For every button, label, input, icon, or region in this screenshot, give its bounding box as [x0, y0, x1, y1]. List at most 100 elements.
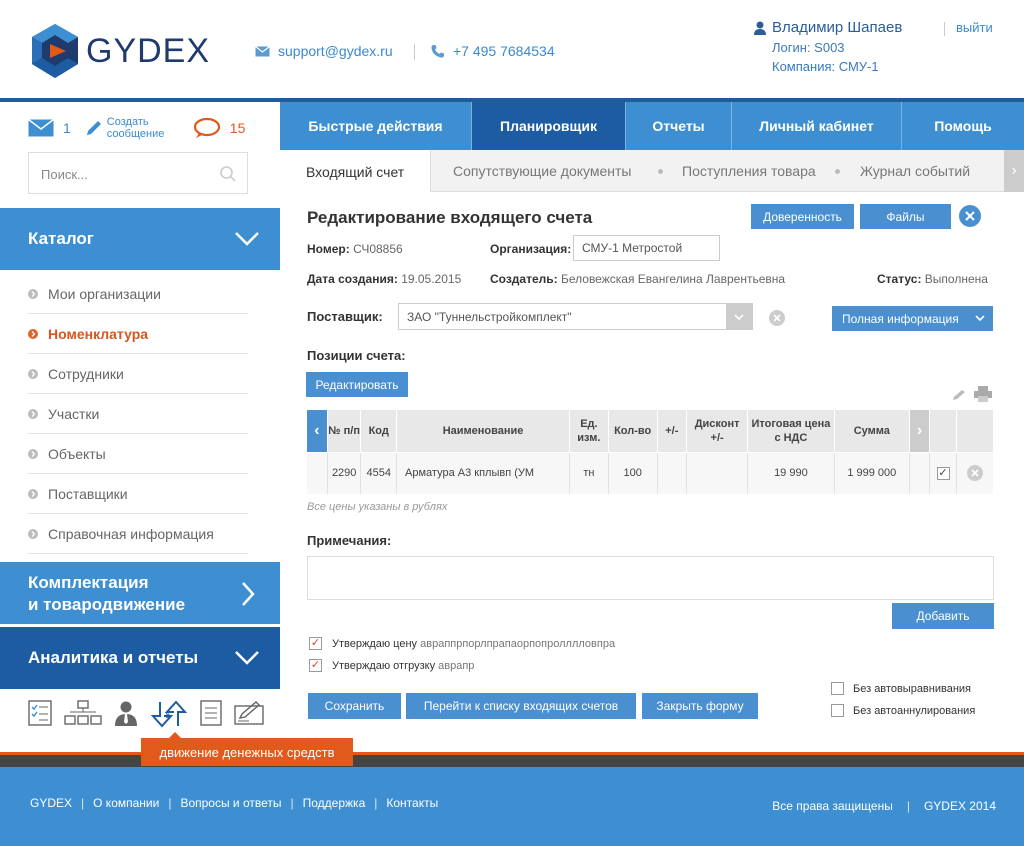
- cell-delete[interactable]: [956, 451, 993, 494]
- create-message-button[interactable]: Создать сообщение: [85, 116, 177, 140]
- user-name[interactable]: Владимир Шапаев: [772, 18, 902, 38]
- tab-goods-receipts[interactable]: Поступления товара: [682, 150, 816, 192]
- sign-document-icon[interactable]: [234, 700, 266, 726]
- support-email[interactable]: support@gydex.ru: [255, 43, 393, 59]
- org-structure-icon[interactable]: [64, 700, 102, 726]
- catalog-header[interactable]: Каталог: [0, 208, 280, 270]
- sidebar-quick: 1 Создать сообщение 15: [28, 116, 245, 140]
- nav-help[interactable]: Помощь: [902, 102, 1024, 150]
- nav-reports[interactable]: Отчеты: [626, 102, 732, 150]
- save-button[interactable]: Сохранить: [308, 693, 401, 719]
- close-form-button[interactable]: Закрыть форму: [642, 693, 758, 719]
- bullet-icon: [28, 448, 38, 459]
- bullet-icon: [28, 528, 38, 539]
- no-autocancel-checkbox[interactable]: [831, 704, 844, 717]
- logout-link[interactable]: выйти: [956, 20, 993, 35]
- footer-link-about[interactable]: О компании: [93, 796, 159, 810]
- footer-link-gydex[interactable]: GYDEX: [30, 796, 72, 810]
- col-price: Итоговая цена с НДС: [747, 410, 835, 452]
- section-logistics[interactable]: Комплектация и товародвижение: [0, 562, 280, 624]
- search-input[interactable]: Поиск...: [28, 152, 248, 194]
- created-row: Дата создания: 19.05.2015: [307, 272, 461, 286]
- nav-quick-actions[interactable]: Быстрые действия: [280, 102, 472, 150]
- org-field[interactable]: СМУ-1 Метростой: [573, 235, 720, 261]
- logo[interactable]: GYDEX: [30, 22, 210, 80]
- mail-button[interactable]: 1: [28, 119, 71, 137]
- sidebar-item[interactable]: Поставщики: [28, 474, 248, 514]
- creator-row: Создатель: Беловежская Евангелина Лаврен…: [490, 272, 785, 286]
- footer-link-faq[interactable]: Вопросы и ответы: [180, 796, 281, 810]
- cashflow-icon[interactable]: $: [150, 700, 188, 728]
- row-checkbox[interactable]: ✓: [936, 466, 950, 480]
- created-label: Дата создания:: [307, 272, 398, 286]
- tab-bar: Входящий счет Сопутствующие документы По…: [280, 150, 1024, 193]
- checklist-icon[interactable]: [28, 700, 52, 726]
- sidebar-item[interactable]: Участки: [28, 394, 248, 434]
- delete-row-icon[interactable]: [966, 465, 983, 482]
- phone-icon: [431, 44, 444, 58]
- cell-check[interactable]: ✓: [929, 451, 957, 494]
- add-button[interactable]: Добавить: [892, 603, 994, 629]
- nav-account[interactable]: Личный кабинет: [732, 102, 902, 150]
- document-icon[interactable]: [200, 700, 222, 726]
- chat-button[interactable]: 15: [193, 117, 245, 139]
- support-phone[interactable]: +7 495 7684534: [430, 43, 555, 59]
- footer: GYDEX | О компании | Вопросы и ответы | Под…: [0, 767, 1024, 846]
- sidebar-item[interactable]: Мои организации: [28, 274, 248, 314]
- approve-shipment-checkbox[interactable]: ✓: [309, 659, 322, 672]
- col-delete: [956, 410, 993, 452]
- clear-supplier-icon[interactable]: [769, 310, 785, 326]
- col-unit: Ед. изм.: [569, 410, 609, 452]
- tab-event-log[interactable]: Журнал событий: [860, 150, 970, 192]
- tab-related-docs[interactable]: Сопутствующие документы: [453, 150, 632, 192]
- scroll-right-button[interactable]: ›: [909, 410, 931, 452]
- sidebar-item[interactable]: Справочная информация: [28, 514, 248, 554]
- files-button[interactable]: Файлы: [860, 204, 951, 229]
- nav-planner[interactable]: Планировщик: [472, 102, 626, 150]
- trust-button[interactable]: Доверенность: [751, 204, 854, 229]
- approve-shipment-label: Утверждаю отгрузку аврапр: [332, 660, 475, 672]
- invoice-form: Редактирование входящего счета Доверенно…: [280, 192, 1024, 738]
- tab-incoming-invoice[interactable]: Входящий счет: [280, 150, 432, 193]
- footer-link-contacts[interactable]: Контакты: [386, 796, 438, 810]
- cell-sum: 1 999 000: [834, 451, 910, 494]
- supplier-select[interactable]: ЗАО "Туннельстройкомплект": [398, 303, 753, 330]
- sidebar-item-label: Участки: [48, 405, 100, 422]
- chevron-down-icon: [235, 232, 259, 246]
- tab-separator: [658, 169, 663, 174]
- col-number: № п/п: [327, 410, 362, 452]
- full-info-button[interactable]: Полная информация: [832, 306, 993, 331]
- main-nav: Быстрые действия Планировщик Отчеты Личн…: [280, 102, 1024, 150]
- approve-price-checkbox[interactable]: ✓: [309, 637, 322, 650]
- sidebar-item[interactable]: Объекты: [28, 434, 248, 474]
- goto-list-button[interactable]: Перейти к списку входящих счетов: [406, 693, 636, 719]
- chevron-right-icon: ›: [1011, 162, 1017, 179]
- no-autoalign-checkbox[interactable]: [831, 682, 844, 695]
- search-icon[interactable]: [219, 165, 237, 186]
- col-name: Наименование: [396, 410, 571, 452]
- sidebar-item[interactable]: Номенклатура: [28, 314, 248, 354]
- quick-icons: $: [28, 700, 266, 728]
- edit-button[interactable]: Редактировать: [306, 372, 408, 397]
- notes-textarea[interactable]: [307, 556, 994, 600]
- sidebar-item[interactable]: Сотрудники: [28, 354, 248, 394]
- print-icon[interactable]: [974, 386, 992, 407]
- user-login: Логин: S003: [772, 39, 845, 55]
- chevron-down-icon[interactable]: [726, 304, 752, 329]
- footer-link-support[interactable]: Поддержка: [303, 796, 366, 810]
- close-icon[interactable]: [959, 205, 981, 227]
- edit-pencil-icon[interactable]: [952, 388, 968, 406]
- cell-name: Арматура А3 кплывп (УМ: [396, 451, 571, 494]
- bullet-icon: [28, 488, 38, 499]
- scroll-left-button[interactable]: ‹: [307, 410, 328, 452]
- email-text: support@gydex.ru: [278, 43, 393, 59]
- sidebar-item-label: Справочная информация: [48, 525, 214, 542]
- table-row[interactable]: 2290 4554 Арматура А3 кплывп (УМ тн 100 …: [307, 451, 993, 494]
- chat-bubble-icon: [193, 117, 220, 138]
- col-sum: Сумма: [834, 410, 910, 452]
- tab-scroll-right[interactable]: ›: [1004, 150, 1024, 192]
- footer-rights: Все права защищены: [772, 799, 893, 813]
- employee-icon[interactable]: [114, 700, 138, 726]
- section-analytics[interactable]: Аналитика и отчеты: [0, 627, 280, 689]
- mail-count: 1: [63, 120, 71, 136]
